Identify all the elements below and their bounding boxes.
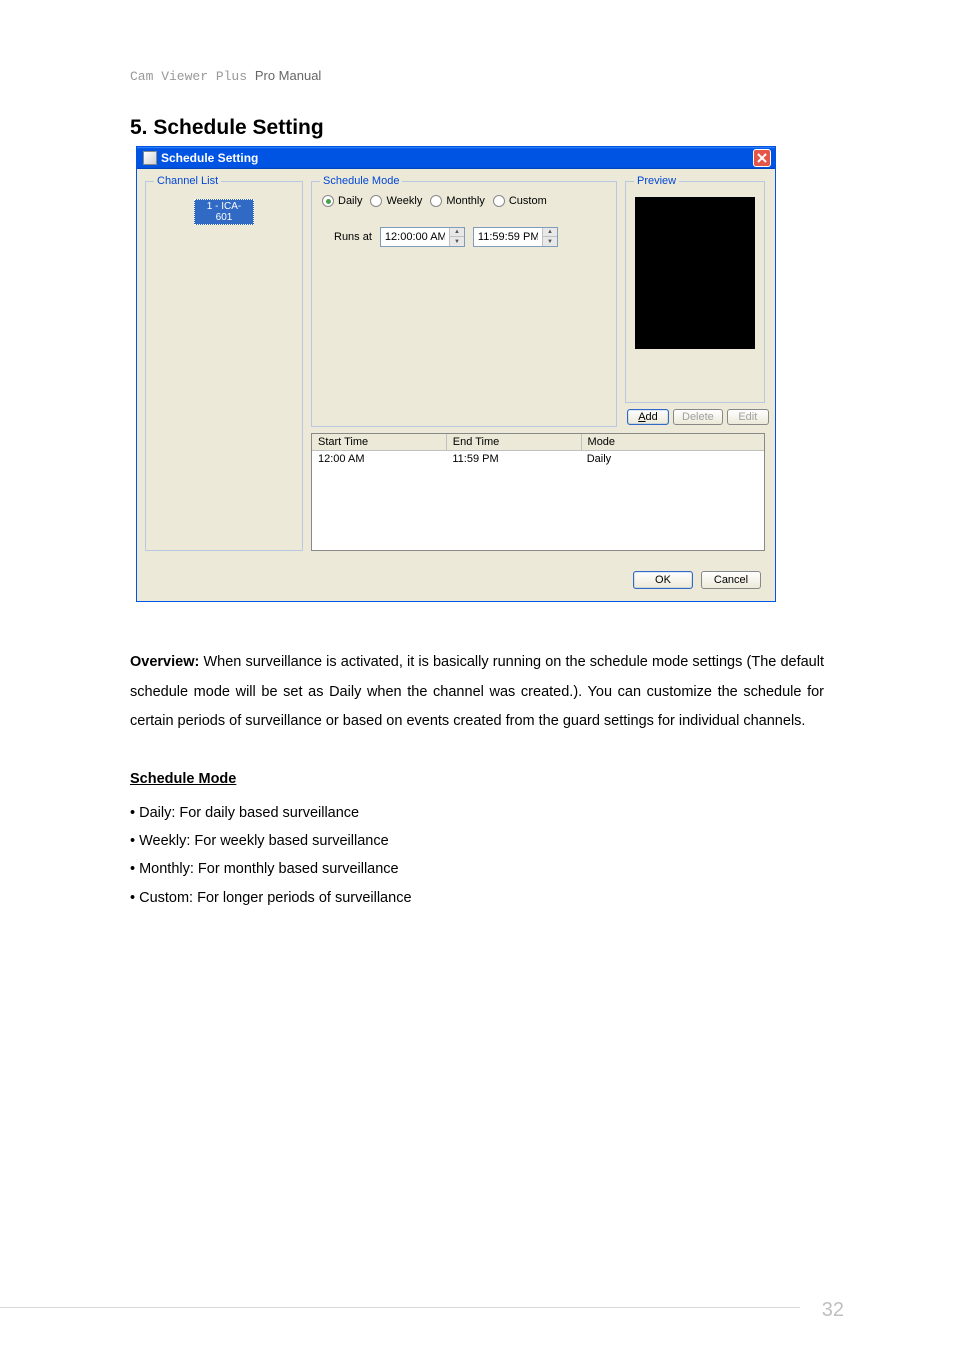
- spin-up-icon[interactable]: ▲: [450, 228, 464, 237]
- radio-icon: [493, 195, 505, 207]
- th-start[interactable]: Start Time: [312, 434, 447, 450]
- schedule-mode-legend: Schedule Mode: [320, 175, 402, 187]
- bullet-monthly: • Monthly: For monthly based surveillanc…: [130, 855, 824, 883]
- time-to-field[interactable]: ▲▼: [473, 227, 558, 247]
- radio-monthly-label: Monthly: [446, 195, 485, 207]
- schedule-mode-group: Schedule Mode Daily Weekly Monthly Custo…: [311, 175, 617, 427]
- overview-paragraph: Overview: When surveillance is activated…: [130, 648, 824, 737]
- header-suffix: Pro Manual: [255, 68, 321, 83]
- dialog-title: Schedule Setting: [161, 151, 258, 165]
- radio-daily-label: Daily: [338, 195, 362, 207]
- td-end: 11:59 PM: [446, 451, 580, 467]
- bullet-daily: • Daily: For daily based surveillance: [130, 799, 824, 827]
- time-from-input[interactable]: [381, 231, 449, 243]
- spin-up-icon[interactable]: ▲: [543, 228, 557, 237]
- time-to-spinner[interactable]: ▲▼: [542, 228, 557, 246]
- add-button[interactable]: Add: [627, 409, 669, 425]
- radio-daily[interactable]: Daily: [322, 195, 362, 207]
- page-number: 32: [822, 1299, 844, 1322]
- radio-icon: [370, 195, 382, 207]
- section-heading: 5. Schedule Setting: [130, 116, 324, 140]
- radio-icon: [322, 195, 334, 207]
- channel-list-legend: Channel List: [154, 175, 221, 187]
- overview-label: Overview:: [130, 654, 199, 670]
- radio-icon: [430, 195, 442, 207]
- table-header: Start Time End Time Mode: [312, 434, 764, 451]
- channel-list-group: Channel List 1 - ICA-601: [145, 175, 303, 551]
- delete-button[interactable]: Delete: [673, 409, 723, 425]
- preview-box: [635, 197, 755, 349]
- runs-at-label: Runs at: [334, 231, 372, 243]
- preview-legend: Preview: [634, 175, 679, 187]
- close-button[interactable]: [753, 149, 771, 167]
- overview-text: When surveillance is activated, it is ba…: [130, 654, 824, 729]
- header-prefix: Cam Viewer Plus: [130, 69, 255, 84]
- footer-divider: [0, 1307, 800, 1308]
- td-mode: Daily: [581, 451, 764, 467]
- schedule-mode-heading: Schedule Mode: [130, 765, 824, 795]
- radio-weekly[interactable]: Weekly: [370, 195, 422, 207]
- time-to-input[interactable]: [474, 231, 542, 243]
- schedule-mode-bullets: • Daily: For daily based surveillance • …: [130, 799, 824, 912]
- edit-button[interactable]: Edit: [727, 409, 769, 425]
- table-row[interactable]: 12:00 AM 11:59 PM Daily: [312, 451, 764, 467]
- schedule-table[interactable]: Start Time End Time Mode 12:00 AM 11:59 …: [311, 433, 765, 551]
- bullet-weekly: • Weekly: For weekly based surveillance: [130, 827, 824, 855]
- schedule-setting-dialog: Schedule Setting Channel List 1 - ICA-60…: [136, 146, 776, 602]
- document-body: Overview: When surveillance is activated…: [130, 648, 824, 912]
- bullet-custom: • Custom: For longer periods of surveill…: [130, 884, 824, 912]
- th-mode[interactable]: Mode: [582, 434, 764, 450]
- dialog-icon: [143, 151, 157, 165]
- ok-button[interactable]: OK: [633, 571, 693, 589]
- th-end[interactable]: End Time: [447, 434, 582, 450]
- radio-weekly-label: Weekly: [386, 195, 422, 207]
- close-icon: [757, 153, 767, 163]
- preview-group: Preview: [625, 175, 765, 403]
- cancel-button[interactable]: Cancel: [701, 571, 761, 589]
- radio-custom[interactable]: Custom: [493, 195, 547, 207]
- add-label: dd: [646, 411, 658, 423]
- page-header: Cam Viewer Plus Pro Manual: [130, 68, 321, 84]
- dialog-titlebar[interactable]: Schedule Setting: [137, 147, 775, 169]
- channel-list-item[interactable]: 1 - ICA-601: [194, 199, 254, 225]
- time-from-field[interactable]: ▲▼: [380, 227, 465, 247]
- radio-monthly[interactable]: Monthly: [430, 195, 485, 207]
- spin-down-icon[interactable]: ▼: [450, 237, 464, 246]
- spin-down-icon[interactable]: ▼: [543, 237, 557, 246]
- td-start: 12:00 AM: [312, 451, 446, 467]
- time-from-spinner[interactable]: ▲▼: [449, 228, 464, 246]
- radio-custom-label: Custom: [509, 195, 547, 207]
